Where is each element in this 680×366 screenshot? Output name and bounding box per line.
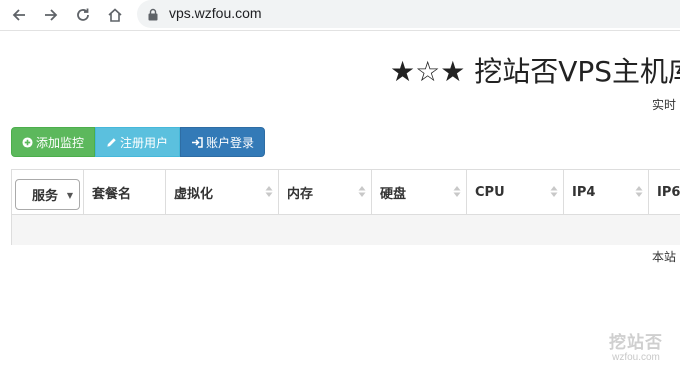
register-label: 注册用户 (120, 135, 169, 150)
lock-icon (148, 8, 158, 21)
add-monitor-button[interactable]: 添加监控 (11, 127, 95, 157)
arrow-right-icon (45, 9, 58, 21)
sort-icon (358, 186, 366, 197)
column-disk[interactable]: 硬盘 (372, 170, 467, 214)
sign-in-icon (191, 136, 203, 148)
vps-table: 服务 ▼ 套餐名 虚拟化 内存 硬盘 CPU IP4 IP6 (11, 169, 680, 245)
back-button[interactable] (8, 4, 30, 26)
column-memory[interactable]: 内存 (279, 170, 372, 214)
column-cpu[interactable]: CPU (467, 170, 564, 214)
column-label: 套餐名 (92, 186, 132, 202)
table-row (12, 215, 680, 245)
table-header: 服务 ▼ 套餐名 虚拟化 内存 硬盘 CPU IP4 IP6 (12, 170, 680, 215)
watermark: 挖站否 wzfou.com (596, 328, 676, 363)
arrow-left-icon (12, 9, 25, 21)
register-button[interactable]: 注册用户 (95, 127, 180, 157)
plus-circle-icon (22, 136, 33, 148)
reload-button[interactable] (72, 4, 94, 26)
footer-note: 本站 (652, 250, 677, 264)
service-select[interactable]: 服务 ▼ (15, 179, 80, 210)
browser-toolbar: vps.wzfou.com (0, 0, 680, 31)
column-label: CPU (475, 184, 505, 200)
action-button-group: 添加监控 注册用户 账户登录 (11, 127, 265, 157)
home-button[interactable] (104, 4, 126, 26)
column-label: IP4 (572, 184, 596, 200)
reload-icon (77, 8, 89, 21)
column-ip6[interactable]: IP6 (649, 170, 680, 214)
forward-button[interactable] (40, 4, 62, 26)
add-monitor-label: 添加监控 (36, 135, 85, 150)
column-plan-name[interactable]: 套餐名 (84, 170, 166, 214)
page-title: ★☆★ 挖站否VPS主机库 (390, 55, 680, 88)
column-virtualization[interactable]: 虚拟化 (166, 170, 279, 214)
column-label: 硬盘 (380, 186, 407, 202)
caret-down-icon: ▼ (66, 191, 73, 200)
sort-icon (635, 186, 643, 197)
sort-icon (265, 186, 273, 197)
url-text[interactable]: vps.wzfou.com (169, 5, 262, 21)
watermark-logo: 挖站否 (609, 333, 663, 353)
column-label: 内存 (287, 186, 314, 202)
pencil-icon (106, 137, 117, 148)
sort-icon (453, 186, 461, 197)
service-select-value: 服务 (32, 189, 59, 204)
column-filter-cell: 服务 ▼ (12, 170, 84, 214)
login-label: 账户登录 (206, 135, 255, 150)
login-button[interactable]: 账户登录 (180, 127, 265, 157)
column-ip4[interactable]: IP4 (564, 170, 649, 214)
page-subtitle: 实时 (652, 98, 677, 112)
watermark-url: wzfou.com (612, 352, 660, 363)
column-label: IP6 (657, 184, 680, 200)
sort-icon (550, 186, 558, 197)
home-icon (108, 8, 122, 22)
column-label: 虚拟化 (174, 186, 214, 202)
